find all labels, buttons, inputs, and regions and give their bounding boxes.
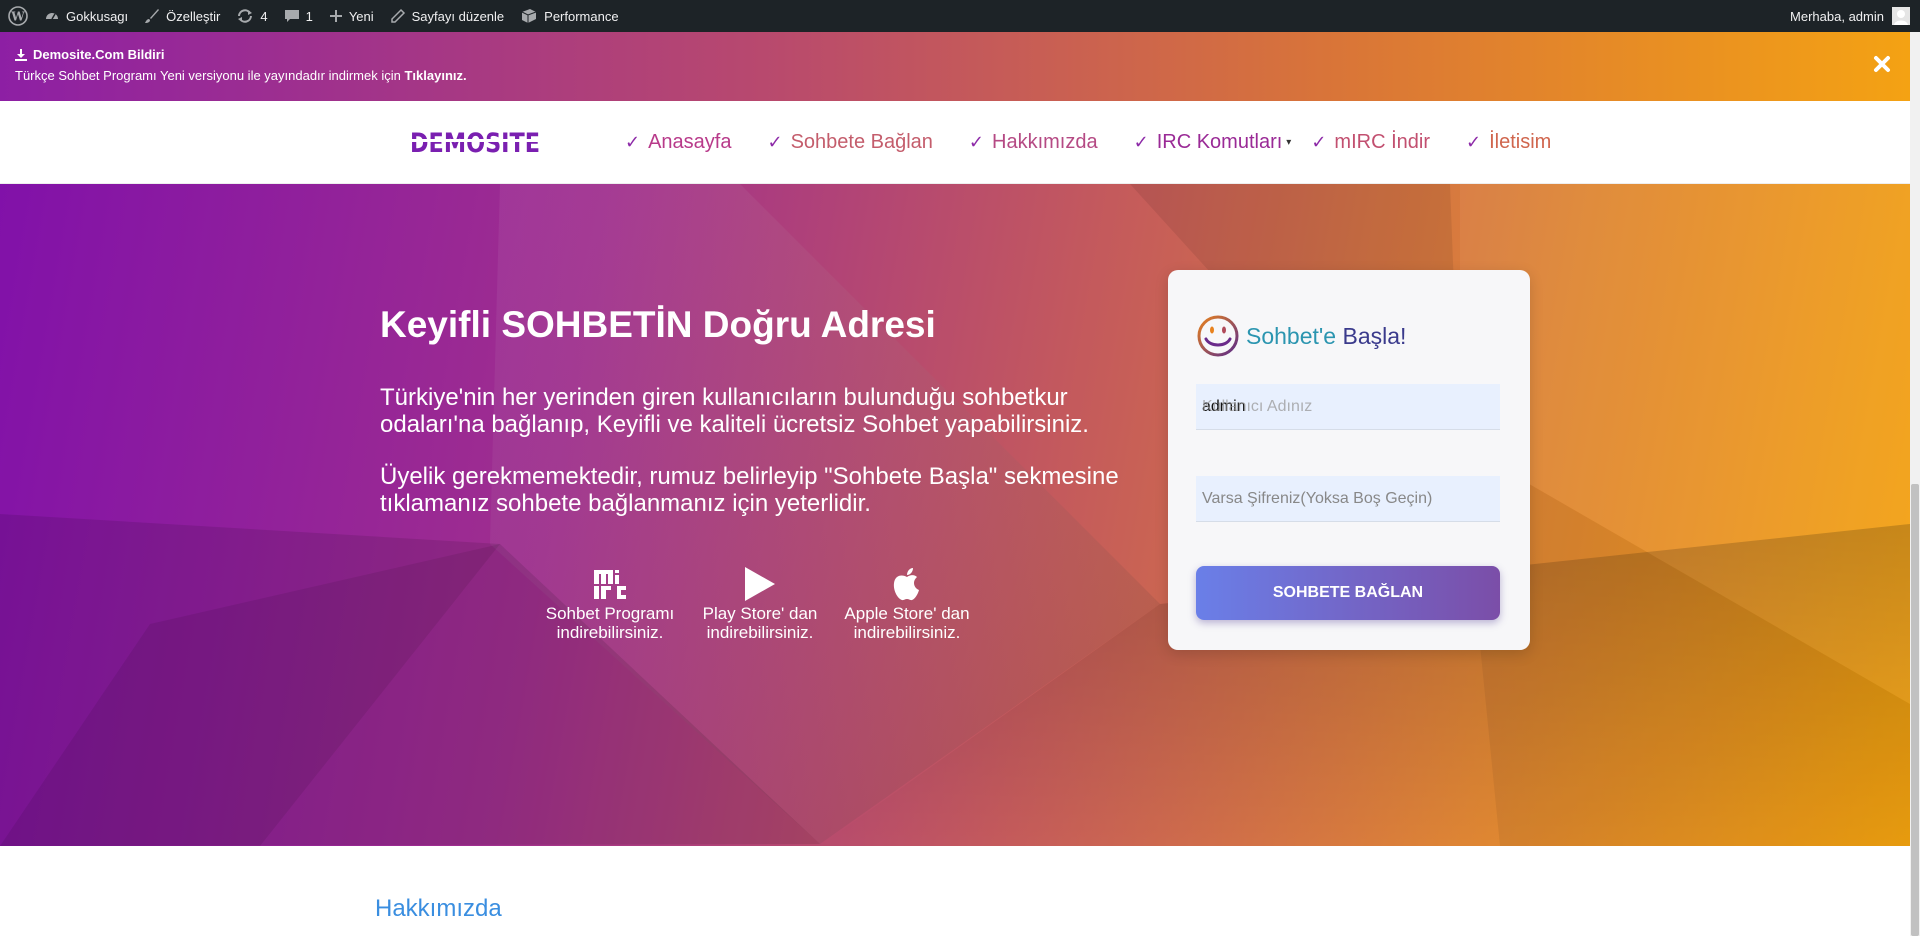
plus-icon <box>329 10 342 22</box>
download-mirc[interactable]: Sohbet Programı indirebilirsiniz. <box>540 564 680 642</box>
about-heading: Hakkımızda <box>375 895 502 922</box>
nav-label: Anasayfa <box>648 131 732 153</box>
hero-paragraph-1: Türkiye'nin her yerinden giren kullanıcı… <box>380 384 1089 438</box>
mirc-icon <box>593 564 627 604</box>
comments-link[interactable]: 1 <box>276 0 321 32</box>
download-line1: Play Store' dan <box>702 604 818 623</box>
site-logo[interactable]: DEMOSITE <box>410 127 542 159</box>
nav-label: Hakkımızda <box>992 131 1098 153</box>
site-name-link[interactable]: Gokkusagı <box>36 0 136 32</box>
hero-title: Keyifli SOHBETİN Doğru Adresi <box>380 304 936 345</box>
apple-icon <box>892 564 922 604</box>
check-icon: ✓ <box>625 132 641 152</box>
edit-page-label: Sayfayı düzenle <box>411 8 505 24</box>
check-icon: ✓ <box>1311 132 1327 152</box>
site-header: DEMOSITE ✓ Anasayfa ✓ Sohbete Bağlan ✓ H… <box>0 101 1910 184</box>
account-menu[interactable]: Merhaba, admin <box>1790 0 1920 32</box>
comments-count: 1 <box>305 8 313 24</box>
admin-bar: W Gokkusagı Özelleştir 4 1 Yeni Sayfayı … <box>0 0 1920 32</box>
notice-text-row: Türkçe Sohbet Programı Yeni versiyonu il… <box>15 68 1895 83</box>
download-line1: Apple Store' dan <box>844 604 970 623</box>
scrollbar-thumb[interactable] <box>1911 484 1919 936</box>
nav-label: İletisim <box>1489 131 1552 153</box>
check-icon: ✓ <box>1466 132 1482 152</box>
download-line2: indirebilirsiniz. <box>706 623 814 642</box>
download-play-store[interactable]: Play Store' dan indirebilirsiniz. <box>690 564 830 642</box>
nav-item-anasayfa[interactable]: ✓ Anasayfa <box>625 131 731 154</box>
new-label: Yeni <box>348 8 374 24</box>
nav-item-iletisim[interactable]: ✓ İletisim <box>1466 131 1551 154</box>
notice-link[interactable]: Tıklayınız. <box>404 68 466 83</box>
edit-page-link[interactable]: Sayfayı düzenle <box>382 0 513 32</box>
login-card: Sohbet'e Başla! admin Kullanıcı Adınız V… <box>1168 270 1530 650</box>
download-line1: Sohbet Programı <box>545 604 675 623</box>
download-line2: indirebilirsiniz. <box>556 623 664 642</box>
new-content-link[interactable]: Yeni <box>321 0 382 32</box>
nav-item-sohbete-baglan[interactable]: ✓ Sohbete Bağlan <box>767 131 932 154</box>
logo-text: DEMOSITE <box>410 128 540 157</box>
nav-item-irc-komutlari[interactable]: ✓ IRC Komutları ▾ <box>1134 131 1292 154</box>
notice-text: Türkçe Sohbet Programı Yeni versiyonu il… <box>15 68 401 83</box>
username-field[interactable]: admin Kullanıcı Adınız <box>1196 384 1500 430</box>
brush-icon <box>145 9 160 23</box>
download-line2: indirebilirsiniz. <box>853 623 961 642</box>
performance-link[interactable]: Performance <box>512 0 626 32</box>
login-card-header: Sohbet'e Başla! <box>1196 314 1406 358</box>
password-field[interactable]: Varsa Şifreniz(Yoksa Boş Geçin) <box>1196 476 1500 522</box>
play-icon <box>743 564 777 604</box>
site-name: Gokkusagı <box>66 8 129 24</box>
wordpress-logo-icon[interactable]: W <box>0 0 36 32</box>
nav-label: mIRC İndir <box>1334 131 1430 153</box>
greeting: Merhaba, admin <box>1790 8 1884 24</box>
connect-button[interactable]: SOHBETE BAĞLAN <box>1196 566 1500 620</box>
password-placeholder: Varsa Şifreniz(Yoksa Boş Geçin) <box>1202 489 1433 507</box>
download-icon <box>15 48 27 61</box>
close-button[interactable] <box>1868 50 1896 78</box>
comment-icon <box>284 10 299 22</box>
main-nav: ✓ Anasayfa ✓ Sohbete Bağlan ✓ Hakkımızda… <box>625 101 1587 184</box>
nav-label: IRC Komutları <box>1156 131 1283 153</box>
hero-paragraph-2: Üyelik gerekmemektedir, rumuz belirleyip… <box>380 463 1119 517</box>
check-icon: ✓ <box>1133 132 1149 152</box>
avatar <box>1892 7 1910 25</box>
pencil-icon <box>390 8 405 23</box>
hero-section: Keyifli SOHBETİN Doğru Adresi Türkiye'ni… <box>0 184 1910 846</box>
check-icon: ✓ <box>767 132 783 152</box>
notice-banner: Demosite.Com Bildiri Türkçe Sohbet Progr… <box>0 32 1910 101</box>
smiley-icon <box>1197 315 1239 357</box>
login-title-part2: Başla! <box>1342 322 1407 349</box>
nav-item-hakkimizda[interactable]: ✓ Hakkımızda <box>969 131 1098 154</box>
notice-title-row: Demosite.Com Bildiri <box>15 47 1895 62</box>
svg-text:W: W <box>10 10 25 24</box>
nav-item-mirc-indir[interactable]: ✓ mIRC İndir <box>1311 131 1430 154</box>
close-icon <box>1874 56 1890 72</box>
updates-icon <box>238 9 253 23</box>
login-title-part1: Sohbet'e <box>1246 322 1343 349</box>
check-icon: ✓ <box>968 132 985 152</box>
login-title: Sohbet'e Başla! <box>1246 323 1406 350</box>
customize-label: Özelleştir <box>166 8 221 24</box>
notice-title: Demosite.Com Bildiri <box>33 47 165 62</box>
updates-link[interactable]: 4 <box>228 0 275 32</box>
updates-count: 4 <box>260 8 268 24</box>
performance-icon <box>521 9 537 23</box>
customize-link[interactable]: Özelleştir <box>136 0 228 32</box>
dashboard-icon <box>46 13 58 20</box>
performance-label: Performance <box>544 8 619 24</box>
nav-label: Sohbete Bağlan <box>790 131 933 153</box>
download-apple-store[interactable]: Apple Store' dan indirebilirsiniz. <box>837 564 977 642</box>
caret-down-icon: ▾ <box>1286 137 1292 148</box>
username-placeholder: Kullanıcı Adınız <box>1202 397 1313 415</box>
